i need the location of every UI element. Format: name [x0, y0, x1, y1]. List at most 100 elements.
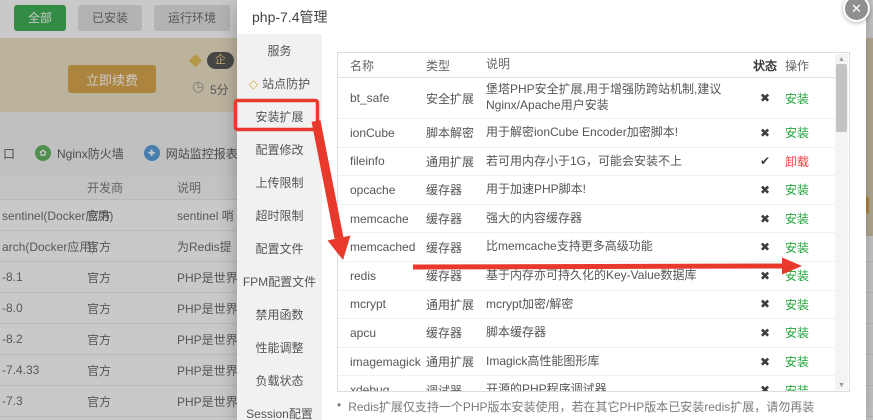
- sidebar-item-label: 站点防护: [262, 75, 310, 92]
- status-not-installed-icon: ✖: [745, 355, 785, 369]
- sidebar-item-站点防护[interactable]: ◇ 站点防护: [237, 67, 322, 100]
- column-header-说明: 说明: [486, 57, 745, 73]
- extension-row-mcrypt: mcrypt通用扩展mcrypt加密/解密✖安装: [338, 291, 849, 320]
- extension-desc: 堡塔PHP安全扩展,用于增强防跨站机制,建议Nginx/Apache用户安装: [486, 82, 745, 113]
- extension-row-opcache: opcache缓存器用于加速PHP脚本!✖安装: [338, 176, 849, 205]
- extension-type: 脚本解密: [426, 124, 486, 141]
- extension-row-redis: redis缓存器基于内存亦可持久化的Key-Value数据库✖安装: [338, 262, 849, 291]
- extension-table: 名称类型说明状态操作 bt_safe安全扩展堡塔PHP安全扩展,用于增强防跨站机…: [337, 52, 850, 392]
- sidebar-item-label: Session配置: [246, 405, 313, 420]
- extension-name: mcrypt: [338, 297, 426, 311]
- sidebar-item-性能调整[interactable]: 性能调整: [237, 331, 322, 364]
- extension-type: 缓存器: [426, 210, 486, 227]
- install-link[interactable]: 安装: [785, 269, 809, 283]
- extension-type: 缓存器: [426, 267, 486, 284]
- extension-name: imagemagick: [338, 355, 426, 369]
- install-link[interactable]: 安装: [785, 326, 809, 340]
- status-not-installed-icon: ✖: [745, 269, 785, 283]
- sidebar-item-服务[interactable]: 服务: [237, 34, 322, 67]
- extension-desc: 强大的内容缓存器: [486, 211, 745, 227]
- install-link[interactable]: 安装: [785, 241, 809, 255]
- status-not-installed-icon: ✖: [745, 183, 785, 197]
- extension-desc: 脚本缓存器: [486, 325, 745, 341]
- sidebar-item-label: 上传限制: [255, 174, 303, 191]
- status-not-installed-icon: ✖: [745, 240, 785, 254]
- scroll-down-icon[interactable]: ▼: [835, 380, 848, 390]
- extension-desc: 开源的PHP程序调试器: [486, 382, 745, 392]
- install-link[interactable]: 安装: [785, 212, 809, 226]
- extension-row-imagemagick: imagemagick通用扩展Imagick高性能图形库✖安装: [338, 348, 849, 377]
- php-manage-dialog: php-7.4管理 服务 ◇ 站点防护安装扩展配置修改上传限制超时限制配置文件 FPM…: [237, 0, 866, 420]
- extension-row-ionCube: ionCube脚本解密用于解密ionCube Encoder加密脚本!✖安装: [338, 119, 849, 148]
- extension-name: redis: [338, 269, 426, 283]
- extension-row-memcached: memcached缓存器比memcache支持更多高级功能✖安装: [338, 233, 849, 262]
- sidebar-item-FPM配置文件[interactable]: FPM配置文件: [237, 265, 322, 298]
- scroll-up-icon[interactable]: ▲: [835, 54, 848, 64]
- sidebar-item-label: 性能调整: [255, 339, 303, 356]
- extension-type: 通用扩展: [426, 296, 486, 313]
- sidebar-item-label: 服务: [267, 42, 291, 59]
- extension-table-header: 名称类型说明状态操作: [338, 53, 849, 78]
- extension-name: memcache: [338, 212, 426, 226]
- extension-desc: 基于内存亦可持久化的Key-Value数据库: [486, 268, 745, 284]
- install-link[interactable]: 安装: [785, 92, 809, 106]
- extension-type: 安全扩展: [426, 90, 486, 107]
- sidebar-item-label: 禁用函数: [255, 306, 303, 323]
- extension-row-bt_safe: bt_safe安全扩展堡塔PHP安全扩展,用于增强防跨站机制,建议Nginx/A…: [338, 78, 849, 119]
- redis-footnote: • Redis扩展仅支持一个PHP版本安装使用，若在其它PHP版本已安装redi…: [337, 398, 814, 415]
- extension-name: opcache: [338, 183, 426, 197]
- extension-desc: 用于解密ionCube Encoder加密脚本!: [486, 125, 745, 141]
- install-link[interactable]: 安装: [785, 355, 809, 369]
- extension-desc: 用于加速PHP脚本!: [486, 182, 745, 198]
- extension-desc: mcrypt加密/解密: [486, 297, 745, 313]
- sidebar-item-Session配置[interactable]: Session配置: [237, 397, 322, 420]
- scrollbar-thumb[interactable]: [836, 64, 847, 132]
- install-link[interactable]: 安装: [785, 126, 809, 140]
- status-not-installed-icon: ✖: [745, 126, 785, 140]
- extension-row-fileinfo: fileinfo通用扩展若可用内存小于1G，可能会安装不上✔卸载: [338, 148, 849, 177]
- extension-type: 通用扩展: [426, 353, 486, 370]
- sidebar-item-负载状态[interactable]: 负载状态: [237, 364, 322, 397]
- column-header-类型: 类型: [426, 57, 486, 74]
- table-scrollbar[interactable]: ▲ ▼: [835, 54, 848, 390]
- extension-name: xdebug: [338, 383, 426, 392]
- install-link[interactable]: 安装: [785, 298, 809, 312]
- extension-type: 缓存器: [426, 239, 486, 256]
- extension-name: memcached: [338, 240, 426, 254]
- extension-desc: 比memcache支持更多高级功能: [486, 239, 745, 255]
- close-icon: ✕: [851, 1, 862, 16]
- sidebar-item-label: 负载状态: [255, 372, 303, 389]
- dialog-sidebar: 服务 ◇ 站点防护安装扩展配置修改上传限制超时限制配置文件 FPM配置文件禁用函数性能…: [237, 34, 322, 420]
- sidebar-item-配置文件[interactable]: 配置文件: [237, 232, 322, 265]
- status-not-installed-icon: ✖: [745, 212, 785, 226]
- extension-desc: Imagick高性能图形库: [486, 354, 745, 370]
- install-link[interactable]: 安装: [785, 183, 809, 197]
- extension-row-xdebug: xdebug调试器开源的PHP程序调试器✖安装: [338, 376, 849, 392]
- status-not-installed-icon: ✖: [745, 91, 785, 105]
- sidebar-item-label: 超时限制: [255, 207, 303, 224]
- column-header-状态: 状态: [745, 57, 785, 74]
- sidebar-item-安装扩展[interactable]: 安装扩展: [237, 100, 322, 133]
- sidebar-item-label: 安装扩展: [255, 108, 303, 125]
- extension-type: 缓存器: [426, 324, 486, 341]
- uninstall-link[interactable]: 卸载: [785, 155, 809, 169]
- sidebar-item-上传限制[interactable]: 上传限制: [237, 166, 322, 199]
- extension-type: 调试器: [426, 382, 486, 392]
- install-link[interactable]: 安装: [785, 384, 809, 392]
- dialog-title: php-7.4管理: [237, 0, 866, 34]
- status-not-installed-icon: ✖: [745, 383, 785, 392]
- extension-type: 缓存器: [426, 181, 486, 198]
- sidebar-item-配置修改[interactable]: 配置修改: [237, 133, 322, 166]
- sidebar-item-超时限制[interactable]: 超时限制: [237, 199, 322, 232]
- status-installed-icon: ✔: [745, 154, 785, 168]
- status-not-installed-icon: ✖: [745, 326, 785, 340]
- sidebar-item-label: 配置文件: [255, 240, 303, 257]
- screen: 全部已安装运行环境 立即续费 ◆ 企 ◷ 5分 口✿Nginx防火墙✚网站监控报…: [0, 0, 873, 420]
- extension-name: ionCube: [338, 126, 426, 140]
- extension-row-memcache: memcache缓存器强大的内容缓存器✖安装: [338, 205, 849, 234]
- extension-name: apcu: [338, 326, 426, 340]
- extension-type: 通用扩展: [426, 153, 486, 170]
- column-header-名称: 名称: [338, 57, 426, 74]
- diamond-outline-icon: ◇: [249, 78, 258, 90]
- sidebar-item-禁用函数[interactable]: 禁用函数: [237, 298, 322, 331]
